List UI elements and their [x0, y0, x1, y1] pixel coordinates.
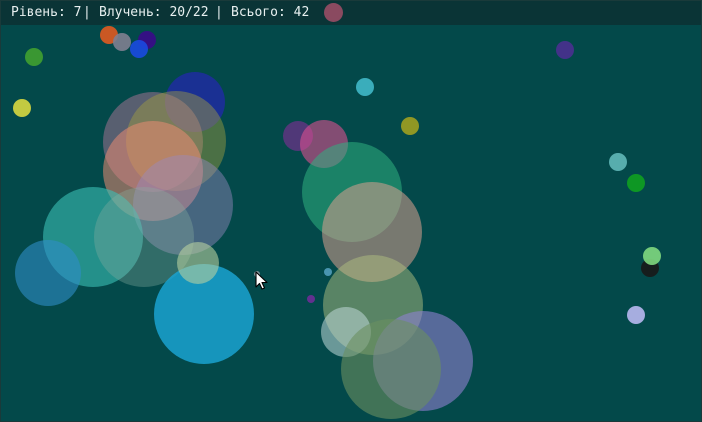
- ball[interactable]: [627, 174, 645, 192]
- hud-separator: |: [83, 5, 91, 20]
- ball[interactable]: [556, 41, 574, 59]
- hud-bar: Рівень: 7 | Влучень: 20/22 | Всього: 42: [1, 1, 701, 25]
- ball[interactable]: [643, 247, 661, 265]
- next-ball-indicator: [324, 3, 343, 22]
- ball[interactable]: [341, 319, 441, 419]
- ball[interactable]: [356, 78, 374, 96]
- level-counter: Рівень: 7: [11, 5, 82, 20]
- ball[interactable]: [113, 33, 131, 51]
- ball[interactable]: [401, 117, 419, 135]
- ball[interactable]: [307, 295, 315, 303]
- ball[interactable]: [15, 240, 81, 306]
- playfield[interactable]: [1, 1, 701, 421]
- ball[interactable]: [25, 48, 43, 66]
- ball[interactable]: [609, 153, 627, 171]
- ball[interactable]: [627, 306, 645, 324]
- ball[interactable]: [13, 99, 31, 117]
- total-counter: Всього: 42: [231, 5, 310, 20]
- mouse-pointer-icon: [255, 271, 268, 290]
- hud-separator: |: [215, 5, 223, 20]
- ball[interactable]: [130, 40, 148, 58]
- ball[interactable]: [177, 242, 219, 284]
- hits-counter: Влучень: 20/22: [99, 5, 209, 20]
- game-canvas[interactable]: Рівень: 7 | Влучень: 20/22 | Всього: 42: [0, 0, 702, 422]
- ball[interactable]: [324, 268, 332, 276]
